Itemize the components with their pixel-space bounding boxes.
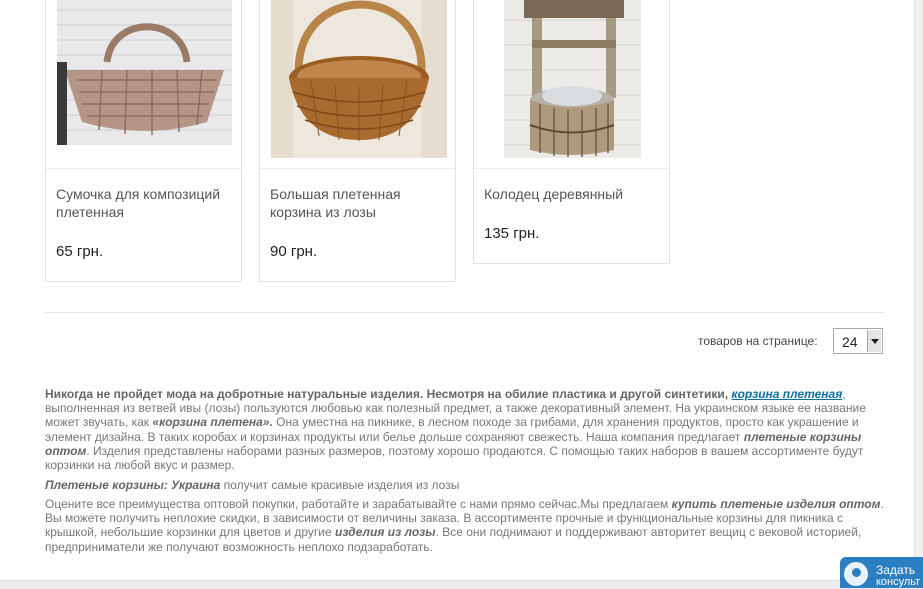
seo-paragraph-2: Плетеные корзины: Украина получит самые …: [45, 478, 885, 492]
product-title[interactable]: Колодец деревянный: [484, 185, 661, 203]
paragraph-text: Оцените все преимущества оптовой покупки…: [45, 497, 669, 511]
basket-link[interactable]: корзина плетеная: [732, 387, 843, 401]
woven-handbag-image[interactable]: [57, 0, 232, 145]
consult-button[interactable]: Задать консульт: [840, 557, 923, 588]
product-card[interactable]: Колодец деревянный 135 грн.: [473, 0, 670, 264]
emphasis-text: «корзина плетена».: [152, 415, 273, 430]
product-image-area[interactable]: [474, 0, 669, 169]
product-title[interactable]: Сумочка для композиций плетенная: [56, 185, 233, 221]
wicker-basket-image[interactable]: [271, 0, 447, 158]
paragraph-text: получит самые красивые изделия из лозы: [220, 478, 460, 492]
chevron-down-icon[interactable]: [867, 330, 881, 352]
wooden-well-image[interactable]: [504, 0, 641, 158]
product-image-area[interactable]: [260, 0, 455, 169]
per-page-label: товаров на странице:: [698, 334, 818, 348]
seo-paragraph-3: Оцените все преимущества оптовой покупки…: [45, 497, 885, 554]
product-price: 90 грн.: [270, 243, 318, 260]
product-price: 135 грн.: [484, 225, 540, 242]
product-card[interactable]: Сумочка для композиций плетенная 65 грн.: [45, 0, 242, 282]
product-card[interactable]: Большая плетенная корзина из лозы 90 грн…: [259, 0, 456, 282]
chat-icon: [844, 562, 868, 586]
emphasis-text: изделия из лозы: [335, 525, 436, 540]
product-image-area[interactable]: [46, 0, 241, 169]
paragraph-text: . Изделия представлены наборами разных р…: [45, 443, 864, 473]
seo-paragraph-1: Никогда не пройдет мода на добротные нат…: [45, 387, 885, 472]
per-page-value: 24: [842, 334, 858, 350]
punctuation: ,: [842, 387, 846, 401]
consult-label-2: консульт: [876, 576, 921, 588]
intro-bold-text: Никогда не пройдет мода на добротные нат…: [45, 387, 729, 401]
divider: [45, 312, 884, 313]
emphasis-text: купить плетеные изделия оптом: [671, 497, 881, 511]
consult-label-1: Задать: [876, 563, 916, 577]
emphasis-text: Плетеные корзины: Украина: [45, 478, 221, 492]
page-scrollbar[interactable]: [914, 0, 923, 588]
per-page-select[interactable]: 24: [833, 328, 883, 354]
product-title[interactable]: Большая плетенная корзина из лозы: [270, 185, 447, 221]
product-price: 65 грн.: [56, 243, 104, 260]
